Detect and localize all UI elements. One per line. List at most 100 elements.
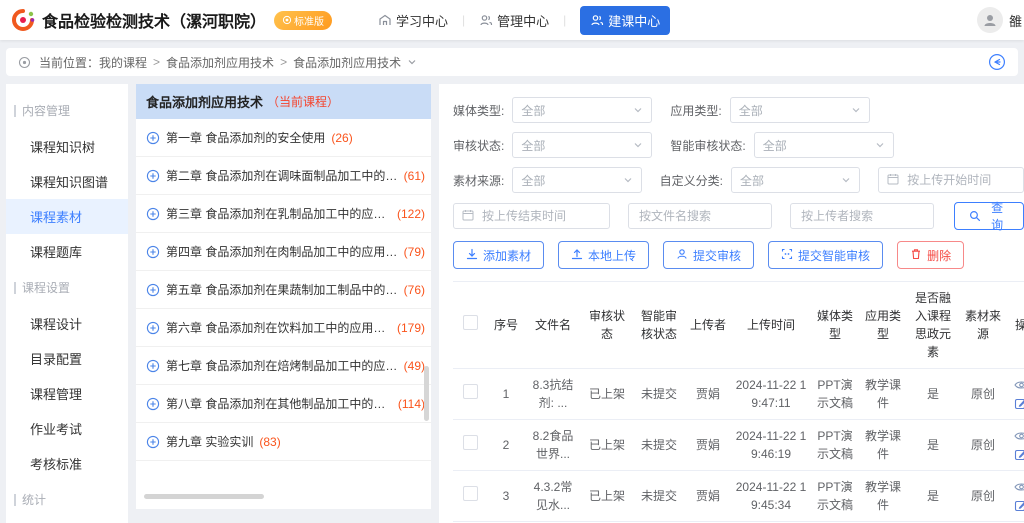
toolbar-button[interactable]: 添加素材 <box>453 241 544 269</box>
expand-plus-icon[interactable] <box>146 283 160 297</box>
toolbar-button[interactable]: 提交智能审核 <box>768 241 883 269</box>
expand-plus-icon[interactable] <box>146 359 160 373</box>
course-header[interactable]: 食品添加剂应用技术 （当前课程） <box>136 84 431 119</box>
toolbar-button-label: 添加素材 <box>483 247 531 264</box>
expand-plus-icon[interactable] <box>146 207 160 221</box>
cell-ideology: 是 <box>907 420 959 471</box>
chapter-row[interactable]: 第三章 食品添加剂在乳制品加工中的应用技术(122) <box>136 195 431 233</box>
users-icon <box>479 13 493 27</box>
vertical-scrollbar[interactable] <box>424 366 429 421</box>
row-checkbox[interactable] <box>463 486 478 501</box>
column-header: 素材来源 <box>959 282 1007 369</box>
column-header: 上传者 <box>685 282 731 369</box>
row-checkbox[interactable] <box>463 384 478 399</box>
select-all-checkbox-cell <box>453 282 487 369</box>
sidebar-item[interactable]: 课程素材 <box>6 199 128 234</box>
user-audit-icon <box>676 248 688 263</box>
sidebar-item[interactable]: 考核标准 <box>6 446 128 481</box>
chapter-row[interactable]: 第九章 实验实训(83) <box>136 423 431 461</box>
sidebar-item[interactable]: 作业统计 <box>6 518 128 523</box>
media-type-select[interactable]: 全部 <box>512 97 652 123</box>
app-title: 食品检验检测技术（漯河职院） <box>42 8 266 32</box>
chevron-down-icon <box>851 105 861 115</box>
back-button[interactable] <box>988 53 1006 71</box>
breadcrumb-separator: > <box>153 55 160 69</box>
custom-category-select[interactable]: 全部 <box>731 167 860 193</box>
main-content: 内容管理课程知识树课程知识图谱课程素材课程题库课程设置课程设计目录配置课程管理作… <box>6 84 1024 523</box>
expand-plus-icon[interactable] <box>146 435 160 449</box>
delete-button[interactable]: 删除 <box>897 241 964 269</box>
upload-end-date-input[interactable] <box>453 203 610 229</box>
user-avatar[interactable] <box>977 7 1003 33</box>
calendar-icon <box>462 209 474 224</box>
toolbar-button[interactable]: 本地上传 <box>558 241 649 269</box>
ai-audit-status-select[interactable]: 全部 <box>754 132 894 158</box>
breadcrumb-item[interactable]: 我的课程 <box>99 54 147 71</box>
sidebar-item[interactable]: 作业考试 <box>6 411 128 446</box>
cell-app: 教学课件 <box>859 369 907 420</box>
uploader-search-input[interactable] <box>790 203 934 229</box>
cell-no: 1 <box>487 369 525 420</box>
chapter-row[interactable]: 第二章 食品添加剂在调味面制品加工中的应用技术(61) <box>136 157 431 195</box>
view-icon[interactable] <box>1014 481 1024 493</box>
cell-source: 原创 <box>959 420 1007 471</box>
horizontal-scrollbar[interactable] <box>144 494 264 499</box>
sidebar-item[interactable]: 课程题库 <box>6 234 128 269</box>
view-icon[interactable] <box>1014 430 1024 442</box>
search-icon <box>969 210 981 222</box>
ai-audit-status-label: 智能审核状态: <box>670 137 745 154</box>
edit-icon[interactable] <box>1014 448 1024 461</box>
sidebar-nav: 内容管理课程知识树课程知识图谱课程素材课程题库课程设置课程设计目录配置课程管理作… <box>6 84 128 523</box>
expand-plus-icon[interactable] <box>146 169 160 183</box>
chapter-title: 第一章 食品添加剂的安全使用 <box>166 129 325 146</box>
edit-icon[interactable] <box>1014 499 1024 512</box>
cell-ideology: 是 <box>907 369 959 420</box>
breadcrumb-label: 当前位置： <box>39 54 99 71</box>
expand-plus-icon[interactable] <box>146 397 160 411</box>
user-name[interactable]: 雒 <box>1009 11 1022 30</box>
chapter-row[interactable]: 第五章 食品添加剂在果蔬制加工制品中的应用技术(76) <box>136 271 431 309</box>
sidebar-item[interactable]: 课程设计 <box>6 306 128 341</box>
course-title: 食品添加剂应用技术 <box>146 92 263 111</box>
cell-audit: 已上架 <box>581 471 633 522</box>
query-button[interactable]: 查询 <box>954 202 1024 230</box>
chapter-title: 第九章 实验实训 <box>166 433 253 450</box>
nav-manage-center[interactable]: 管理中心 <box>479 11 549 30</box>
column-header: 操作 <box>1007 282 1024 369</box>
row-checkbox[interactable] <box>463 435 478 450</box>
expand-plus-icon[interactable] <box>146 131 160 145</box>
chapter-row[interactable]: 第七章 食品添加剂在焙烤制品加工中的应用技术(49) <box>136 347 431 385</box>
nav-build-center[interactable]: 建课中心 <box>580 6 670 35</box>
app-type-select[interactable]: 全部 <box>730 97 870 123</box>
file-name-search-input[interactable] <box>628 203 772 229</box>
chapter-row[interactable]: 第六章 食品添加剂在饮料加工中的应用技术(179) <box>136 309 431 347</box>
toolbar-button-label: 删除 <box>927 247 951 264</box>
material-source-select[interactable]: 全部 <box>512 167 641 193</box>
nav-learning-center[interactable]: 学习中心 <box>378 11 448 30</box>
chapter-row[interactable]: 第一章 食品添加剂的安全使用(26) <box>136 119 431 157</box>
chapter-row[interactable]: 第四章 食品添加剂在肉制品加工中的应用技术(79) <box>136 233 431 271</box>
sidebar-item[interactable]: 目录配置 <box>6 341 128 376</box>
column-header: 审核状态 <box>581 282 633 369</box>
sidebar-item[interactable]: 课程知识图谱 <box>6 164 128 199</box>
select-all-checkbox[interactable] <box>463 315 478 330</box>
edit-icon[interactable] <box>1014 397 1024 410</box>
sidebar-item[interactable]: 课程管理 <box>6 376 128 411</box>
cell-time: 2024-11-22 19:46:19 <box>731 420 811 471</box>
breadcrumb-item[interactable]: 食品添加剂应用技术 <box>293 54 401 71</box>
main-nav: 学习中心 | 管理中心 | 建课中心 <box>378 6 670 35</box>
upload-start-date-input[interactable] <box>878 167 1024 193</box>
chapter-count: (76) <box>404 283 425 297</box>
sidebar-item[interactable]: 课程知识树 <box>6 129 128 164</box>
view-icon[interactable] <box>1014 379 1024 391</box>
expand-plus-icon[interactable] <box>146 245 160 259</box>
chapter-count: (114) <box>398 397 425 411</box>
chapter-row[interactable]: 第八章 食品添加剂在其他制品加工中的应用技术(114) <box>136 385 431 423</box>
material-source-label: 素材来源: <box>453 172 504 189</box>
column-header: 智能审核状态 <box>633 282 685 369</box>
chevron-down-icon[interactable] <box>407 57 417 67</box>
toolbar-button[interactable]: 提交审核 <box>663 241 754 269</box>
audit-status-select[interactable]: 全部 <box>512 132 652 158</box>
expand-plus-icon[interactable] <box>146 321 160 335</box>
breadcrumb-item[interactable]: 食品添加剂应用技术 <box>166 54 274 71</box>
